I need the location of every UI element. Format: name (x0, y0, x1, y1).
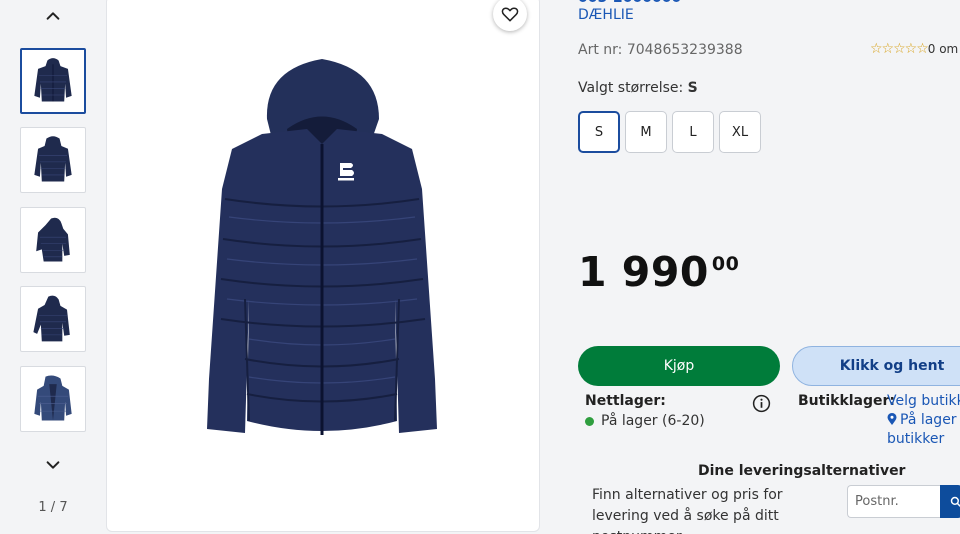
star-icon: ☆☆☆☆☆ (870, 41, 929, 57)
delivery-title: Dine leveringsalternativer (698, 463, 906, 479)
price: 1 990 00 (578, 248, 739, 296)
jacket-front-icon (34, 58, 72, 102)
product-image-jacket (207, 59, 437, 435)
jacket-open-icon (34, 375, 72, 421)
postal-search-button[interactable] (940, 485, 960, 518)
selected-size: S (687, 80, 698, 96)
in-stock-dot-icon (585, 416, 594, 426)
price-main: 1 990 (578, 248, 709, 296)
thumbnail-3[interactable] (20, 207, 86, 273)
size-button-s[interactable]: S (578, 111, 620, 153)
chevron-down-icon[interactable] (42, 454, 64, 476)
store-stock-label: Butikklager: (798, 393, 896, 409)
location-pin-icon (887, 413, 897, 425)
thumbnail-gallery: 1 / 7 (0, 0, 106, 534)
delivery-description: Finn alternativer og pris for levering v… (592, 487, 783, 534)
size-label: Valgt størrelse: S (578, 80, 698, 96)
article-number: Art nr: 7048653239388 (578, 42, 743, 58)
thumbnail-2[interactable] (20, 127, 86, 193)
chevron-up-icon[interactable] (42, 5, 64, 27)
product-number-partial: 005-2000000 (578, 0, 681, 6)
search-icon (950, 496, 960, 507)
jacket-side-icon (36, 217, 70, 262)
image-counter: 1 / 7 (38, 500, 68, 515)
main-image-panel (106, 0, 540, 532)
thumbnail-4[interactable] (20, 286, 86, 352)
thumbnail-5[interactable] (20, 366, 86, 432)
rating[interactable]: ☆☆☆☆☆ 0 om (870, 41, 958, 57)
choose-store-link[interactable]: Velg butikk (887, 393, 960, 409)
favorite-heart-icon[interactable] (493, 0, 527, 31)
online-stock-text: På lager (6-20) (601, 413, 705, 429)
store-stock-text: På lager i butikker (887, 412, 960, 447)
price-cents: 00 (711, 253, 740, 275)
size-selector: S M L XL (578, 111, 761, 153)
online-stock-label: Nettlager: (585, 393, 666, 409)
size-label-text: Valgt størrelse: (578, 80, 684, 96)
size-button-xl[interactable]: XL (719, 111, 761, 153)
rating-count: 0 om (927, 42, 959, 56)
store-stock-status[interactable]: På lager i butikker (887, 411, 960, 449)
product-info: 005-2000000 DÆHLIE Art nr: 7048653239388… (540, 0, 960, 534)
size-button-l[interactable]: L (672, 111, 714, 153)
click-and-collect-button[interactable]: Klikk og hent (792, 346, 960, 386)
thumbnail-1[interactable] (20, 48, 86, 114)
brand-link[interactable]: DÆHLIE (578, 7, 634, 23)
online-stock-status: På lager (6-20) (585, 413, 705, 429)
jacket-back-icon (34, 136, 72, 182)
jacket-angle-icon (33, 295, 70, 342)
buy-button[interactable]: Kjøp (578, 346, 780, 386)
size-button-m[interactable]: M (625, 111, 667, 153)
postal-code-input[interactable] (847, 485, 941, 518)
info-icon[interactable] (752, 394, 771, 413)
